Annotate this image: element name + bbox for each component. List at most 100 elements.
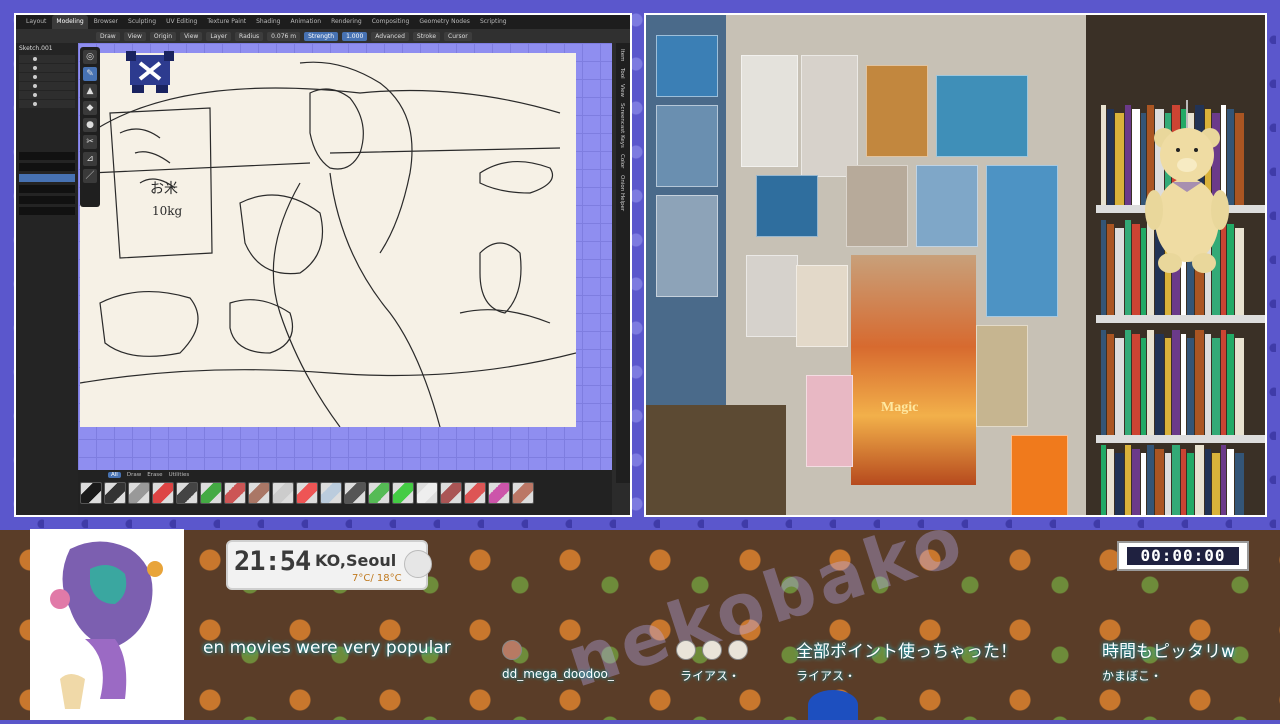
book-spine [1141,338,1146,435]
book-spine [1195,330,1204,435]
brush-preset-button[interactable] [200,482,222,504]
draw-tool-icon[interactable]: ✎ [83,67,97,81]
outliner-row[interactable] [19,100,75,108]
workspace-tab[interactable]: Texture Paint [203,15,250,29]
layer-select[interactable]: Layer [206,31,232,41]
outliner-row[interactable] [19,55,75,63]
stroke-menu[interactable]: Stroke [412,31,441,41]
brush-preset-button[interactable] [512,482,534,504]
eye-icon[interactable] [33,93,37,97]
sidebar-tab[interactable]: Onion Helper [619,175,625,211]
select-tool-icon[interactable]: ◎ [83,50,97,64]
cutter-tool-icon[interactable]: ✂ [83,135,97,149]
wall-photo [756,175,818,237]
radius-label: Radius [235,31,264,41]
outliner-row[interactable] [19,64,75,72]
eye-icon[interactable] [33,75,37,79]
eye-icon[interactable] [33,57,37,61]
tint-tool-icon[interactable]: ● [83,118,97,132]
radius-field[interactable]: 0.076 m [267,31,301,41]
sidebar-tab[interactable]: Screencast Keys [619,103,625,148]
book-spine [1187,338,1194,435]
workspace-tab[interactable]: UV Editing [162,15,201,29]
property-field[interactable] [19,152,75,160]
outliner-panel: Sketch.001 [16,43,78,515]
fill-tool-icon[interactable]: ▲ [83,84,97,98]
brush-filter-tab[interactable]: Draw [127,472,141,478]
book-spine [1107,334,1114,435]
workspace-tab[interactable]: Modeling [52,15,88,29]
workspace-tab[interactable]: Sculpting [124,15,160,29]
brush-preset-button[interactable] [272,482,294,504]
cursor-menu[interactable]: Cursor [444,31,472,41]
wall-photo [656,105,718,187]
brush-tabs: All Draw Erase Utilities [78,470,612,480]
property-field[interactable] [19,196,75,204]
wall-photo-portrait [741,55,798,167]
workspace-tab[interactable]: Geometry Nodes [415,15,474,29]
brush-swatches [78,480,612,506]
brush-preset-button[interactable] [152,482,174,504]
workspace-tab[interactable]: Layout [22,15,50,29]
workspace-tab[interactable]: Scripting [476,15,511,29]
sidebar-tab[interactable]: Color [619,154,625,168]
workspace-tab[interactable]: Animation [286,15,325,29]
brush-preset-button[interactable] [176,482,198,504]
brush-preset-button[interactable] [320,482,342,504]
sidebar-tab[interactable]: Tool [619,68,625,79]
svg-text:10kg: 10kg [152,204,183,218]
view-select[interactable]: View [180,31,203,41]
viewport-canvas[interactable]: お米 10kg [78,43,612,483]
brush-preset-button[interactable] [128,482,150,504]
view-menu[interactable]: View [123,31,146,41]
property-field[interactable] [19,207,75,215]
brush-preset-button[interactable] [104,482,126,504]
property-field[interactable] [19,185,75,193]
origin-select[interactable]: Origin [149,31,177,41]
clock-temperature: 7°C/ 18°C [352,573,402,584]
sidebar-tab[interactable]: View [619,84,625,97]
workspace-tabs: Layout Modeling Browser Sculpting UV Editing… [16,15,630,29]
outliner-row[interactable] [19,73,75,81]
brush-preset-button[interactable] [296,482,318,504]
workspace-tab[interactable]: Rendering [327,15,366,29]
draw-mode-select[interactable]: Draw [96,31,120,41]
brush-preset-button[interactable] [80,482,102,504]
brush-preset-button[interactable] [368,482,390,504]
advanced-menu[interactable]: Advanced [371,31,409,41]
outliner-row[interactable] [19,82,75,90]
sketch-paper[interactable]: お米 10kg [79,53,577,428]
brush-preset-button[interactable] [344,482,366,504]
brush-preset-button[interactable] [464,482,486,504]
brush-filter-tab[interactable]: All [108,472,121,478]
property-field[interactable] [19,163,75,171]
erase-tool-icon[interactable]: ◆ [83,101,97,115]
workspace-tab[interactable]: Browser [90,15,122,29]
eye-icon[interactable] [33,84,37,88]
brush-preset-button[interactable] [392,482,414,504]
brush-preset-button[interactable] [224,482,246,504]
brush-preset-button[interactable] [416,482,438,504]
layer-selected-field[interactable] [19,174,75,182]
brush-preset-button[interactable] [248,482,270,504]
strength-field[interactable]: 1.000 [342,31,368,41]
workspace-tab[interactable]: Compositing [368,15,414,29]
brush-filter-tab[interactable]: Utilities [169,472,190,478]
teddy-bear-keychain [1142,100,1232,275]
book-spine [1101,330,1106,435]
workspace-tab[interactable]: Shading [252,15,284,29]
sidebar-tab[interactable]: Item [619,49,625,62]
brush-filter-tab[interactable]: Erase [147,472,162,478]
chat-message: 全部ポイント使っちゃった！ [796,642,1017,662]
clock-widget: 21:54 KO,Seoul 7°C/ 18°C [226,540,432,590]
wall-photo [656,195,718,297]
brush-preset-button[interactable] [488,482,510,504]
eye-icon[interactable] [33,102,37,106]
book-spine [1165,453,1171,515]
outliner-row[interactable] [19,91,75,99]
book-spine [1155,449,1164,515]
eye-icon[interactable] [33,66,37,70]
eyedropper-tool-icon[interactable]: ⊿ [83,152,97,166]
brush-preset-button[interactable] [440,482,462,504]
line-tool-icon[interactable]: ／ [83,169,97,183]
